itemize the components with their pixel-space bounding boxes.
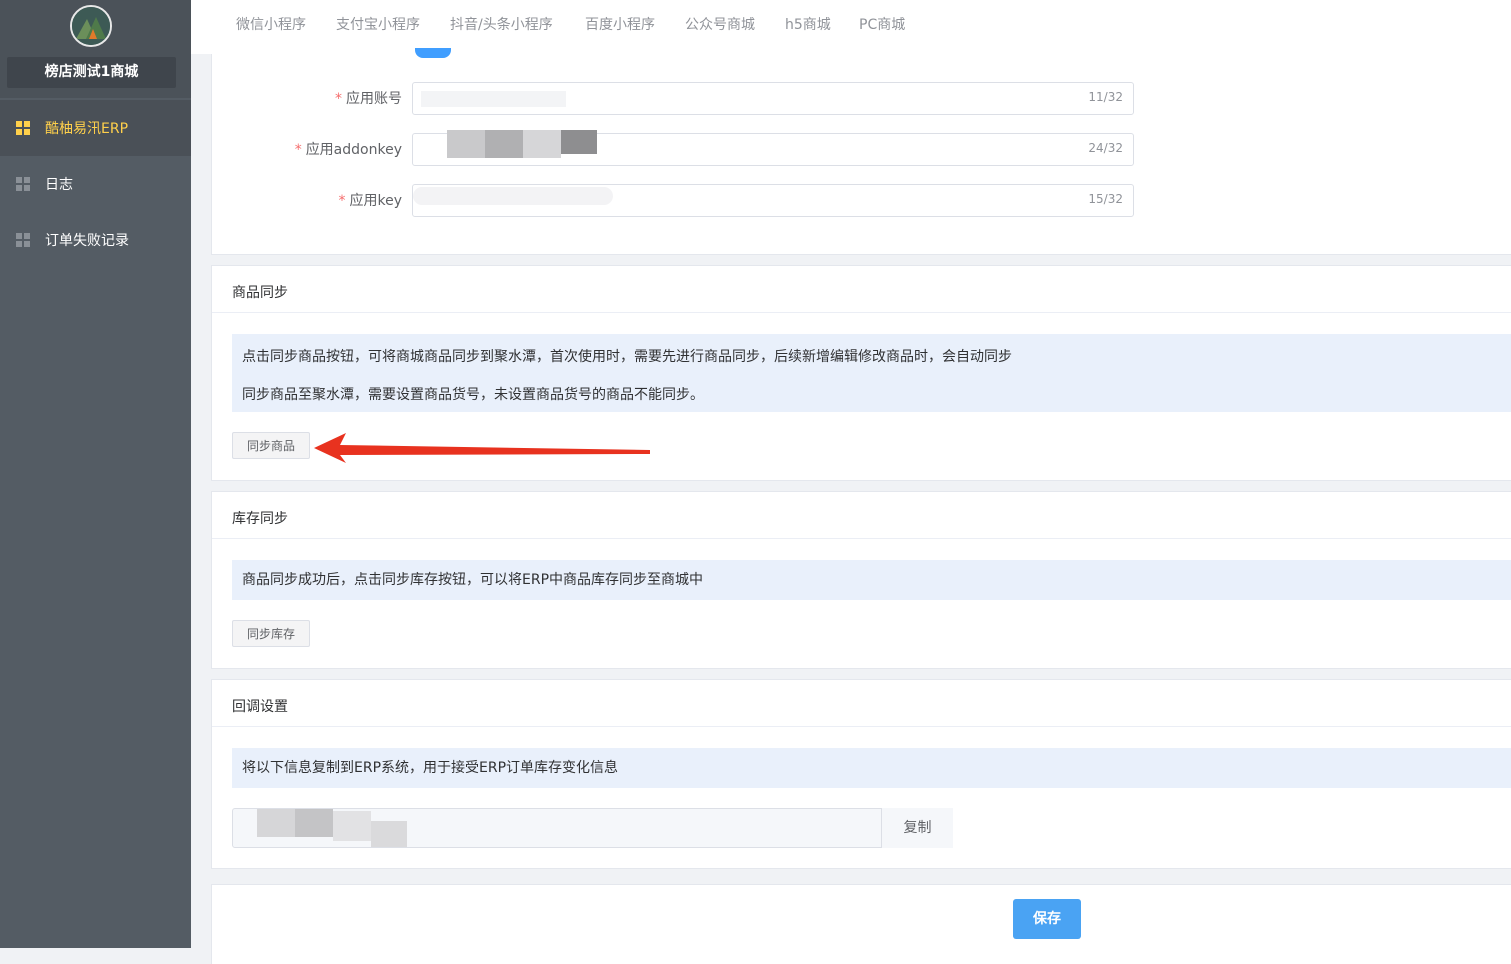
shop-name: 榜店测试1商城 bbox=[7, 57, 176, 88]
stock-sync-title: 库存同步 bbox=[212, 492, 1511, 539]
field-label-account: * 应用账号 bbox=[335, 91, 402, 107]
tab-baidu[interactable]: 百度小程序 bbox=[585, 0, 655, 50]
sidebar-item-label: 订单失败记录 bbox=[45, 233, 129, 249]
tab-pc[interactable]: PC商城 bbox=[859, 0, 905, 50]
enable-switch[interactable] bbox=[415, 48, 451, 58]
goods-sync-title: 商品同步 bbox=[212, 266, 1511, 313]
sidebar-item-failed-orders[interactable]: 订单失败记录 bbox=[0, 212, 191, 268]
goods-sync-tip-line1: 点击同步商品按钮，可将商城商品同步到聚水潭，首次使用时，需要先进行商品同步，后续… bbox=[242, 349, 1012, 365]
app-addonkey-input[interactable]: 24/32 bbox=[412, 130, 1134, 166]
callback-url-field[interactable]: 复制 bbox=[232, 808, 953, 848]
callback-title: 回调设置 bbox=[212, 680, 1511, 727]
sidebar: 榜店测试1商城 酷柚易汛ERP 日志 订单失败记录 bbox=[0, 0, 191, 948]
save-bar bbox=[211, 884, 1511, 964]
sync-stock-button[interactable]: 同步库存 bbox=[232, 620, 310, 647]
shop-avatar bbox=[70, 5, 112, 47]
stock-sync-tip: 商品同步成功后，点击同步库存按钮，可以将ERP中商品库存同步至商城中 bbox=[232, 560, 1511, 600]
save-button[interactable]: 保存 bbox=[1013, 899, 1081, 939]
sync-goods-button[interactable]: 同步商品 bbox=[232, 432, 310, 459]
tab-douyin[interactable]: 抖音/头条小程序 bbox=[450, 0, 553, 50]
red-arrow-annotation bbox=[314, 433, 650, 463]
tab-h5[interactable]: h5商城 bbox=[785, 0, 831, 50]
tab-wechat[interactable]: 微信小程序 bbox=[236, 0, 306, 50]
field-label-key: * 应用key bbox=[338, 193, 402, 209]
tab-official-account[interactable]: 公众号商城 bbox=[685, 0, 755, 50]
callback-tip: 将以下信息复制到ERP系统，用于接受ERP订单库存变化信息 bbox=[232, 748, 1511, 788]
app-account-input[interactable]: 11/32 bbox=[412, 82, 1134, 115]
grid-icon bbox=[16, 177, 30, 191]
platform-tabs: 微信小程序 支付宝小程序 抖音/头条小程序 百度小程序 公众号商城 h5商城 P… bbox=[191, 0, 1511, 54]
stock-sync-card: 库存同步 商品同步成功后，点击同步库存按钮，可以将ERP中商品库存同步至商城中 … bbox=[211, 491, 1511, 669]
sidebar-item-label: 酷柚易汛ERP bbox=[45, 121, 129, 137]
callback-card: 回调设置 将以下信息复制到ERP系统，用于接受ERP订单库存变化信息 复制 bbox=[211, 679, 1511, 869]
config-card: * 应用账号 11/32 * 应用addonkey 24/32 * 应用key 15/… bbox=[211, 48, 1511, 255]
app-key-input[interactable]: 15/32 bbox=[412, 184, 1134, 217]
sidebar-item-erp[interactable]: 酷柚易汛ERP bbox=[0, 100, 191, 156]
sidebar-item-label: 日志 bbox=[45, 177, 73, 193]
goods-sync-tip-line2: 同步商品至聚水潭，需要设置商品货号，未设置商品货号的商品不能同步。 bbox=[242, 387, 704, 403]
grid-icon bbox=[16, 121, 30, 135]
field-label-addonkey: * 应用addonkey bbox=[294, 142, 402, 158]
tab-alipay[interactable]: 支付宝小程序 bbox=[336, 0, 420, 50]
copy-button[interactable]: 复制 bbox=[881, 808, 953, 848]
goods-sync-tip: 点击同步商品按钮，可将商城商品同步到聚水潭，首次使用时，需要先进行商品同步，后续… bbox=[232, 334, 1511, 412]
stock-sync-tip-text: 商品同步成功后，点击同步库存按钮，可以将ERP中商品库存同步至商城中 bbox=[242, 572, 704, 588]
logo-area: 榜店测试1商城 bbox=[0, 0, 191, 98]
sidebar-item-log[interactable]: 日志 bbox=[0, 156, 191, 212]
grid-icon bbox=[16, 233, 30, 247]
callback-tip-text: 将以下信息复制到ERP系统，用于接受ERP订单库存变化信息 bbox=[242, 760, 619, 776]
